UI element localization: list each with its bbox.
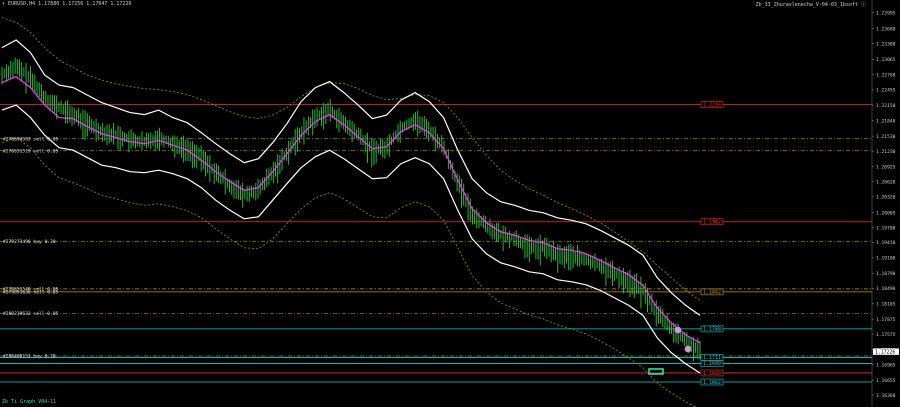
- price-line-tag-text: 1.1680: [703, 371, 721, 377]
- axis-tick-label: 1.18490: [876, 286, 896, 292]
- axis-tick-label: 1.20005: [876, 210, 896, 216]
- axis-tick-label: 1.22150: [876, 103, 896, 109]
- axis-tick-label: 1.20925: [876, 164, 896, 170]
- price-chart[interactable]: 1.22161.19821.18421.17681.17111.16991.16…: [0, 0, 900, 407]
- indicator-name: Zb_33_Zhuravlenecha_V-04-03_1bsoft ⓘ: [755, 2, 866, 8]
- order-label[interactable]: #279051636 sell 0.05: [3, 290, 59, 296]
- axis-tick-label: 1.18790: [876, 271, 896, 277]
- chart-window[interactable]: 1.2216 1.1982 1.1842 1.1768 1.1711 1.1699 1.16…: [0, 0, 900, 407]
- axis-tick-label: 1.22455: [876, 88, 896, 94]
- axis-tick-label: 1.21530: [876, 134, 896, 140]
- axis-tick-label: 1.19100: [876, 256, 896, 262]
- order-label[interactable]: #280239632 sell 0.05: [3, 311, 59, 317]
- axis-tick-label: 1.23995: [876, 11, 896, 17]
- chart-background: [0, 0, 900, 407]
- order-label[interactable]: #279273496 buy 0.30: [3, 239, 56, 245]
- price-line-tag-text: 1.1662: [703, 380, 721, 386]
- footer-indicator-label: Zb Ti Graph_V04-11: [2, 399, 57, 405]
- axis-tick-label: 1.16360: [876, 393, 896, 399]
- axis-tick-label: 1.16655: [876, 378, 896, 384]
- price-line-tag-text: 1.1768: [703, 327, 721, 333]
- axis-tick-label: 1.20620: [876, 180, 896, 186]
- axis-tick-label: 1.23680: [876, 26, 896, 32]
- dropdown-triangle-icon[interactable]: ▾: [2, 1, 5, 7]
- axis-tick-label: 1.21840: [876, 118, 896, 124]
- symbol-header: ▾ EURUSD,H4 1.17880 1.17256 1.17047 1.17…: [2, 1, 131, 7]
- axis-tick-label: 1.17575: [876, 332, 896, 338]
- current-price-text: 1.17226: [875, 349, 895, 355]
- axis-tick-label: 1.19700: [876, 226, 896, 232]
- price-line-tag-text: 1.1699: [703, 361, 721, 367]
- order-label[interactable]: #280408151 buy 0.30: [3, 354, 56, 360]
- ohlc-values: 1.17880 1.17256 1.17047 1.17226: [38, 1, 132, 7]
- axis-tick-label: 1.16965: [876, 362, 896, 368]
- axis-tick-label: 1.22760: [876, 72, 896, 78]
- axis-tick-label: 1.23380: [876, 41, 896, 47]
- axis-tick-label: 1.17875: [876, 317, 896, 323]
- price-line-tag-text: 1.1842: [703, 290, 721, 296]
- order-label[interactable]: #278694583 sell 0.05: [3, 136, 59, 142]
- axis-tick-label: 1.23065: [876, 57, 896, 63]
- signal-dot: [684, 345, 692, 353]
- axis-tick-label: 1.18185: [876, 301, 896, 307]
- axis-tick-label: 1.20320: [876, 195, 896, 201]
- axis-tick-label: 1.21230: [876, 149, 896, 155]
- price-line-tag-text: 1.1982: [703, 220, 721, 226]
- signal-dot: [674, 326, 682, 334]
- price-line-tag-text: 1.2216: [703, 102, 721, 108]
- symbol-timeframe: EURUSD,H4: [8, 1, 36, 7]
- axis-tick-label: 1.19410: [876, 240, 896, 246]
- order-label[interactable]: #278651519 sell 0.05: [3, 148, 59, 154]
